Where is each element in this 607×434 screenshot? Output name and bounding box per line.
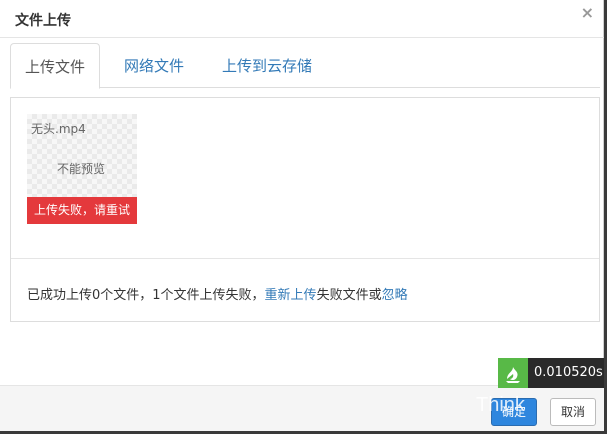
confirm-button[interactable]: 确定 [491, 398, 537, 426]
close-icon[interactable]: × [581, 5, 594, 21]
modal-title: 文件上传 [15, 13, 71, 29]
status-text: 失败文件或 [316, 288, 382, 303]
ignore-link[interactable]: 忽略 [382, 288, 408, 303]
upload-error-badge: 上传失败，请重试 [27, 197, 137, 224]
tab-upload-file[interactable]: 上传文件 [10, 43, 101, 89]
upload-tabs: 上传文件 网络文件 上传到云存储 [10, 43, 600, 89]
debug-trace-badge[interactable]: 0.010520s [498, 358, 604, 388]
tab-network-file[interactable]: 网络文件 [110, 43, 198, 88]
tab-cloud-storage[interactable]: 上传到云存储 [208, 43, 326, 88]
upload-status: 已成功上传0个文件，1个文件上传失败，重新上传失败文件或忽略 [27, 284, 408, 303]
modal-header: 文件上传 × [0, 0, 604, 38]
thinkphp-logo-icon [498, 358, 528, 388]
modal-footer: 确定 取消 [0, 385, 604, 431]
file-thumbnail[interactable]: 无头.mp4 不能预览 上传失败，请重试 [27, 114, 137, 224]
no-preview-text: 不能预览 [57, 162, 106, 176]
file-name: 无头.mp4 [31, 122, 86, 136]
status-text: 已成功上传0个文件，1个文件上传失败， [27, 288, 265, 303]
panel-divider [11, 258, 599, 259]
retry-upload-link[interactable]: 重新上传 [265, 288, 317, 303]
upload-panel: 无头.mp4 不能预览 上传失败，请重试 已成功上传0个文件，1个文件上传失败，… [10, 97, 600, 322]
debug-time: 0.010520s [534, 365, 603, 380]
cancel-button[interactable]: 取消 [550, 398, 596, 426]
